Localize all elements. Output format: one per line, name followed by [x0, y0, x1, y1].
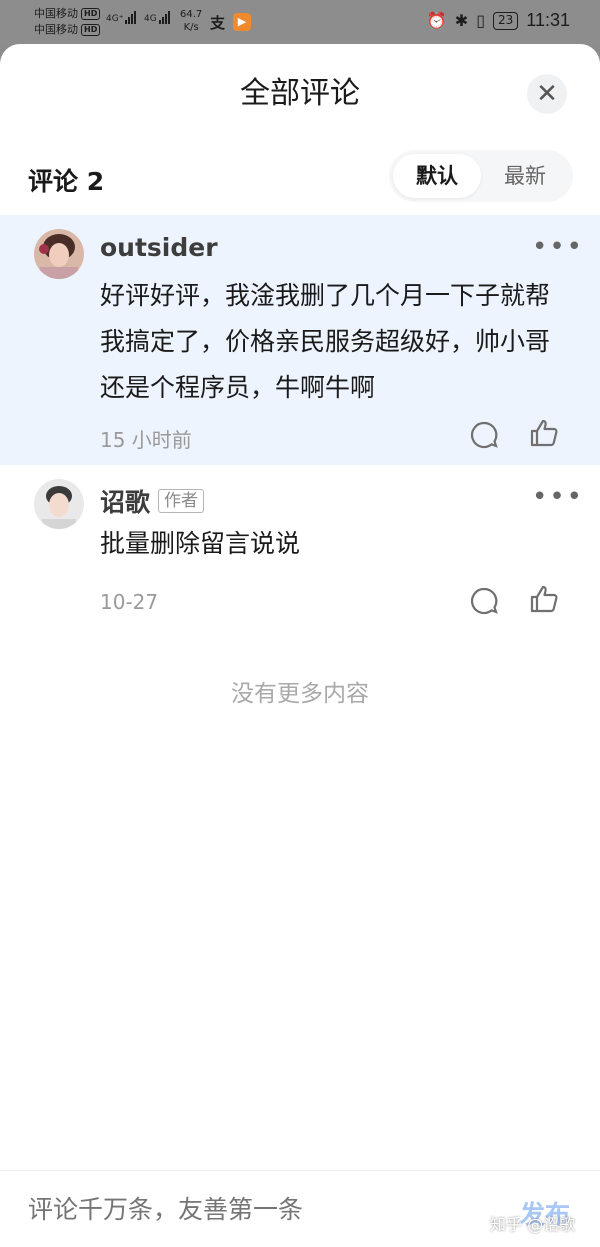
carrier-name-2: 中国移动 — [34, 23, 78, 36]
comment-bubble-icon — [470, 587, 498, 615]
more-dots-icon: ••• — [532, 482, 585, 512]
author-name[interactable]: outsider — [100, 233, 218, 262]
no-more-content: 没有更多内容 — [231, 681, 369, 707]
more-dots-icon: ••• — [532, 232, 585, 262]
vibrate-icon: ▯ — [476, 11, 485, 30]
avatar[interactable] — [34, 229, 84, 279]
play-app-icon: ▶ — [233, 13, 251, 31]
sort-toggle: 默认 最新 — [389, 150, 573, 202]
like-button[interactable] — [528, 583, 560, 615]
comment-text: 批量删除留言说说 — [100, 529, 301, 558]
battery-icon: 23 — [493, 11, 519, 30]
author-badge: 作者 — [158, 489, 205, 513]
status-bar: 中国移动 HD 中国移动 HD 4G⁺ 4G 64.7 K/s 支 ▶ ⏰ ✱ ▯ … — [0, 0, 600, 44]
avatar[interactable] — [34, 479, 84, 529]
comment-text: 好评好评，我淦我删了几个月一下子就帮我搞定了，价格亲民服务超级好，帅小哥还是个程… — [100, 281, 551, 402]
signal-strength-1: 4G⁺ — [106, 11, 137, 24]
signal-strength-2: 4G — [144, 11, 170, 24]
more-options-button[interactable]: ••• — [532, 234, 584, 260]
close-button[interactable]: ✕ — [527, 74, 567, 114]
comment-item[interactable]: 诏歌 作者 ••• 批量删除留言说说 10-27 — [0, 465, 600, 645]
thumbs-up-icon — [530, 585, 558, 613]
like-button[interactable] — [528, 417, 560, 449]
close-icon: ✕ — [536, 79, 558, 109]
alipay-icon: 支 — [210, 14, 226, 32]
thumbs-up-icon — [530, 419, 558, 447]
comment-item[interactable]: outsider ••• 好评好评，我淦我删了几个月一下子就帮我搞定了，价格亲民… — [0, 215, 600, 465]
carrier-info: 中国移动 HD 中国移动 HD — [34, 6, 101, 38]
comment-input[interactable] — [28, 1195, 488, 1224]
hd-badge: HD — [81, 24, 101, 36]
sheet-title: 全部评论 — [240, 76, 360, 111]
author-name[interactable]: 诏歌 — [100, 483, 150, 519]
reply-button[interactable] — [468, 585, 500, 617]
network-speed: 64.7 K/s — [180, 9, 203, 33]
comment-author[interactable]: outsider — [100, 233, 218, 262]
signal-bars-icon — [125, 11, 137, 24]
comment-bubble-icon — [470, 421, 498, 449]
carrier-name-1: 中国移动 — [34, 7, 78, 20]
more-options-button[interactable]: ••• — [532, 484, 584, 510]
comments-sheet: 全部评论 ✕ 评论 2 默认 最新 outsider ••• 好评好评，我淦我删… — [0, 44, 600, 1247]
clock: 11:31 — [526, 10, 570, 30]
comment-composer: 发布 知乎 @诏歌 — [0, 1170, 600, 1247]
alarm-icon: ⏰ — [426, 11, 447, 30]
hd-badge: HD — [81, 8, 101, 20]
comment-count: 评论 2 — [28, 167, 105, 196]
reply-button[interactable] — [468, 419, 500, 451]
status-right: ⏰ ✱ ▯ 23 11:31 — [427, 10, 570, 31]
bluetooth-icon: ✱ — [454, 11, 469, 30]
signal-bars-icon — [158, 11, 170, 24]
comment-time: 15 小时前 — [100, 428, 192, 452]
comment-time: 10-27 — [100, 590, 159, 614]
watermark: 知乎 @诏歌 — [490, 1215, 576, 1234]
sort-latest-tab[interactable]: 最新 — [481, 154, 569, 198]
comment-author[interactable]: 诏歌 作者 — [100, 483, 205, 519]
sort-default-tab[interactable]: 默认 — [393, 154, 481, 198]
